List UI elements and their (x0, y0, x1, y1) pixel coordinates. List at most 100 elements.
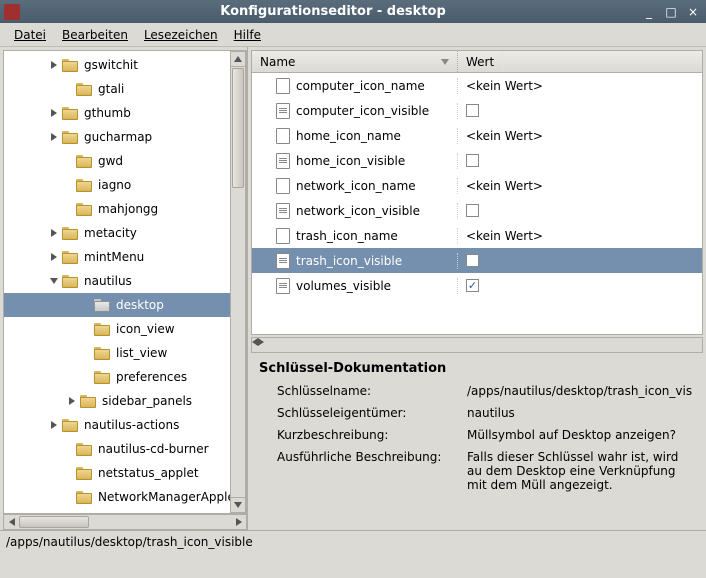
tree-hscrollbar[interactable] (3, 514, 247, 530)
key-row-home_icon_visible[interactable]: home_icon_visible (252, 148, 702, 173)
bool-key-icon (276, 203, 290, 219)
checkbox[interactable] (466, 154, 479, 167)
minimize-button[interactable]: _ (640, 4, 658, 20)
tree-item-icon_view[interactable]: icon_view (4, 317, 246, 341)
tree-item-mintMenu[interactable]: mintMenu (4, 245, 246, 269)
folder-icon (62, 131, 78, 144)
expander-icon (80, 347, 92, 359)
checkbox[interactable] (466, 204, 479, 217)
key-value[interactable]: <kein Wert> (458, 129, 702, 143)
key-name: computer_icon_name (296, 79, 425, 93)
expander-icon[interactable] (66, 395, 78, 407)
tree-item-gwd[interactable]: gwd (4, 149, 246, 173)
key-documentation: Schlüssel-Dokumentation Schlüsselname:/a… (251, 357, 703, 527)
expander-icon (80, 371, 92, 383)
tree-item-nautilus-actions[interactable]: nautilus-actions (4, 413, 246, 437)
tree-item-metacity[interactable]: metacity (4, 221, 246, 245)
key-row-volumes_visible[interactable]: volumes_visible (252, 273, 702, 298)
folder-icon (76, 491, 92, 504)
checkbox[interactable] (466, 254, 479, 267)
key-row-computer_icon_visible[interactable]: computer_icon_visible (252, 98, 702, 123)
tree-item-label: nautilus-actions (84, 418, 179, 432)
key-value[interactable] (458, 104, 702, 117)
expander-icon[interactable] (48, 275, 60, 287)
key-value[interactable] (458, 204, 702, 217)
key-list[interactable]: Name Wert computer_icon_name<kein Wert>c… (251, 50, 703, 335)
key-row-home_icon_name[interactable]: home_icon_name<kein Wert> (252, 123, 702, 148)
tree-vscrollbar[interactable] (230, 51, 246, 513)
key-row-network_icon_name[interactable]: network_icon_name<kein Wert> (252, 173, 702, 198)
key-row-trash_icon_name[interactable]: trash_icon_name<kein Wert> (252, 223, 702, 248)
key-value[interactable] (458, 279, 702, 292)
titlebar[interactable]: Konfigurationseditor - desktop _ □ × (0, 0, 706, 23)
tree-item-netstatus_applet[interactable]: netstatus_applet (4, 461, 246, 485)
tree-item-label: gthumb (84, 106, 131, 120)
tree-item-NetworkManagerApplet[interactable]: NetworkManagerApplet (4, 485, 246, 509)
menu-file[interactable]: Datei (6, 25, 54, 45)
tree-item-label: gswitchit (84, 58, 138, 72)
tree-item-nautilus-cd-burner[interactable]: nautilus-cd-burner (4, 437, 246, 461)
menu-bookmarks[interactable]: Lesezeichen (136, 25, 226, 45)
tree-item-desktop[interactable]: desktop (4, 293, 246, 317)
tree-item-label: NetworkManagerApplet (98, 490, 240, 504)
checkbox[interactable] (466, 279, 479, 292)
key-row-network_icon_visible[interactable]: network_icon_visible (252, 198, 702, 223)
folder-icon (76, 443, 92, 456)
expander-icon (62, 203, 74, 215)
bool-key-icon (276, 103, 290, 119)
menubar: Datei Bearbeiten Lesezeichen Hilfe (0, 23, 706, 47)
key-value[interactable] (458, 254, 702, 267)
tree-item-mahjongg[interactable]: mahjongg (4, 197, 246, 221)
keylist-hscrollbar[interactable] (251, 337, 703, 353)
checkbox[interactable] (466, 104, 479, 117)
tree-view[interactable]: gswitchit gtali gthumb gucharmapgwdiagnomah… (3, 50, 247, 514)
key-value[interactable]: <kein Wert> (458, 229, 702, 243)
menu-help[interactable]: Hilfe (226, 25, 269, 45)
key-value[interactable]: <kein Wert> (458, 79, 702, 93)
folder-icon (94, 347, 110, 360)
tree-item-label: preferences (116, 370, 187, 384)
key-row-computer_icon_name[interactable]: computer_icon_name <kein Wert> (252, 73, 702, 98)
folder-icon (94, 323, 110, 336)
doc-value: /apps/nautilus/desktop/trash_icon_vis (467, 384, 695, 398)
tree-item-label: metacity (84, 226, 137, 240)
tree-item-sidebar_panels[interactable]: sidebar_panels (4, 389, 246, 413)
doc-row: Ausführliche Beschreibung:Falls dieser S… (277, 450, 695, 492)
expander-icon[interactable] (48, 59, 60, 71)
tree-item-gthumb[interactable]: gthumb (4, 101, 246, 125)
key-row-trash_icon_visible[interactable]: trash_icon_visible (252, 248, 702, 273)
tree-item-preferences[interactable]: preferences (4, 365, 246, 389)
key-value[interactable] (458, 154, 702, 167)
expander-icon[interactable] (48, 419, 60, 431)
sort-indicator-icon (441, 59, 449, 65)
folder-icon (76, 203, 92, 216)
tree-item-gswitchit[interactable]: gswitchit (4, 53, 246, 77)
maximize-button[interactable]: □ (662, 4, 680, 20)
tree-item-gucharmap[interactable]: gucharmap (4, 125, 246, 149)
doc-value: Müllsymbol auf Desktop anzeigen? (467, 428, 695, 442)
tree-item-label: sidebar_panels (102, 394, 192, 408)
column-headers[interactable]: Name Wert (252, 51, 702, 73)
tree-item-nautilus[interactable]: nautilus (4, 269, 246, 293)
folder-icon (62, 275, 78, 288)
expander-icon (62, 83, 74, 95)
expander-icon[interactable] (48, 251, 60, 263)
key-value[interactable]: <kein Wert> (458, 179, 702, 193)
tree-item-label: nautilus-cd-burner (98, 442, 209, 456)
statusbar: /apps/nautilus/desktop/trash_icon_visibl… (0, 530, 706, 552)
tree-item-label: desktop (116, 298, 164, 312)
tree-item-iagno[interactable]: iagno (4, 173, 246, 197)
doc-row: Kurzbeschreibung:Müllsymbol auf Desktop … (277, 428, 695, 442)
tree-item-gtali[interactable]: gtali (4, 77, 246, 101)
tree-item-list_view[interactable]: list_view (4, 341, 246, 365)
bool-key-icon (276, 153, 290, 169)
close-button[interactable]: × (684, 4, 702, 20)
expander-icon[interactable] (48, 131, 60, 143)
expander-icon[interactable] (48, 107, 60, 119)
column-name[interactable]: Name (252, 51, 458, 72)
expander-icon[interactable] (48, 227, 60, 239)
menu-edit[interactable]: Bearbeiten (54, 25, 136, 45)
app-icon (4, 4, 20, 20)
statusbar-path: /apps/nautilus/desktop/trash_icon_visibl… (6, 535, 253, 549)
column-value[interactable]: Wert (458, 51, 503, 72)
